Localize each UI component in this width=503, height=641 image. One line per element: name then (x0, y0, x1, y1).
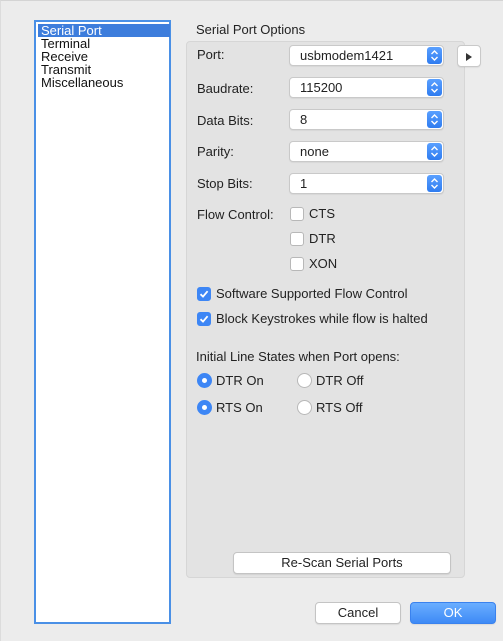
block-keystrokes-box[interactable] (197, 312, 211, 326)
port-select[interactable]: usbmodem1421 (289, 45, 444, 66)
stop-bits-value: 1 (300, 176, 308, 191)
preferences-window: Serial Port Terminal Receive Transmit Mi… (0, 0, 503, 641)
cts-label: CTS (309, 206, 335, 221)
up-down-chevron-icon (427, 175, 442, 192)
dtr-off-button[interactable] (297, 373, 312, 388)
options-group-title: Serial Port Options (196, 22, 306, 37)
dtr-on-button[interactable] (197, 373, 212, 388)
up-down-chevron-icon (427, 47, 442, 64)
sidebar-item-miscellaneous[interactable]: Miscellaneous (38, 76, 170, 89)
data-bits-select[interactable]: 8 (289, 109, 444, 130)
checkmark-icon (199, 315, 209, 323)
stop-bits-label: Stop Bits: (197, 176, 253, 191)
baudrate-value: 115200 (300, 80, 343, 95)
rts-on-button[interactable] (197, 400, 212, 415)
checkmark-icon (199, 290, 209, 298)
dtr-box[interactable] (290, 232, 304, 246)
data-bits-value: 8 (300, 112, 308, 127)
up-down-chevron-icon (427, 143, 442, 160)
ok-button[interactable]: OK (410, 602, 496, 624)
xon-label: XON (309, 256, 338, 271)
parity-label: Parity: (197, 144, 234, 159)
up-down-chevron-icon (427, 111, 442, 128)
line-states-label: Initial Line States when Port opens: (196, 349, 400, 364)
flow-control-label: Flow Control: (197, 207, 274, 222)
baudrate-label: Baudrate: (197, 81, 254, 96)
dtr-label: DTR (309, 231, 336, 246)
rts-off-label: RTS Off (316, 400, 363, 415)
rts-on-label: RTS On (216, 400, 263, 415)
dtr-off-label: DTR Off (316, 373, 364, 388)
category-sidebar[interactable]: Serial Port Terminal Receive Transmit Mi… (34, 20, 171, 624)
port-info-button[interactable] (457, 45, 481, 67)
parity-value: none (300, 144, 329, 159)
baudrate-select[interactable]: 115200 (289, 77, 444, 98)
software-flow-label: Software Supported Flow Control (216, 286, 408, 301)
xon-box[interactable] (290, 257, 304, 271)
dtr-on-label: DTR On (216, 373, 264, 388)
cancel-button[interactable]: Cancel (315, 602, 401, 624)
stop-bits-select[interactable]: 1 (289, 173, 444, 194)
software-flow-box[interactable] (197, 287, 211, 301)
block-keystrokes-label: Block Keystrokes while flow is halted (216, 311, 428, 326)
cts-box[interactable] (290, 207, 304, 221)
port-label: Port: (197, 47, 225, 62)
rescan-serial-ports-button[interactable]: Re-Scan Serial Ports (233, 552, 451, 574)
up-down-chevron-icon (427, 79, 442, 96)
port-value: usbmodem1421 (300, 48, 394, 63)
data-bits-label: Data Bits: (197, 113, 254, 128)
parity-select[interactable]: none (289, 141, 444, 162)
rts-off-button[interactable] (297, 400, 312, 415)
